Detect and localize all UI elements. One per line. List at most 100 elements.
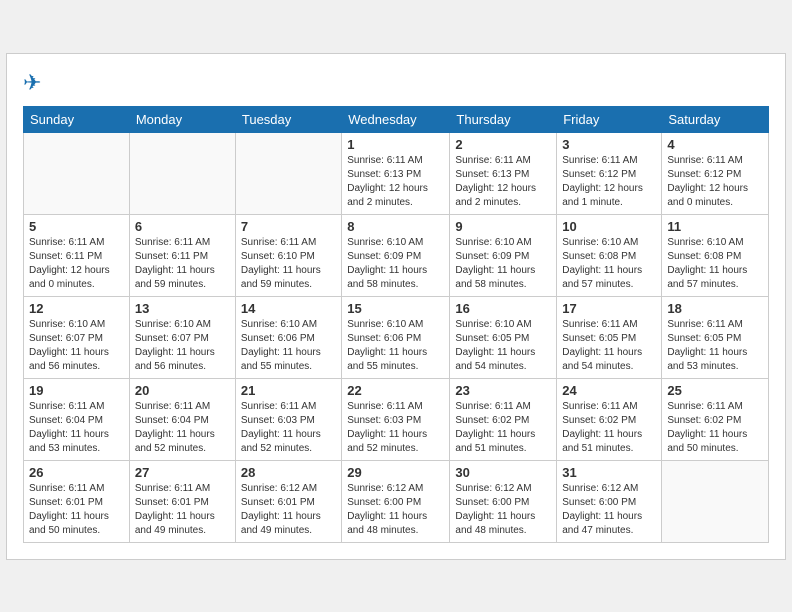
day-number: 13 (135, 301, 230, 316)
day-info: Sunrise: 6:11 AM Sunset: 6:11 PM Dayligh… (135, 236, 230, 292)
day-number: 28 (241, 465, 336, 480)
day-number: 9 (455, 219, 551, 234)
day-cell: 30 Sunrise: 6:12 AM Sunset: 6:00 PM Dayli… (450, 460, 557, 542)
day-cell: 3 Sunrise: 6:11 AM Sunset: 6:12 PM Daylig… (557, 132, 662, 214)
day-number: 19 (29, 383, 124, 398)
day-info: Sunrise: 6:11 AM Sunset: 6:11 PM Dayligh… (29, 236, 124, 292)
day-cell: 17Sunrise: 6:11 AM Sunset: 6:05 PM Dayli… (557, 296, 662, 378)
day-info: Sunrise: 6:12 AM Sunset: 6:00 PM Dayligh… (455, 482, 551, 538)
day-info: Sunrise: 6:11 AM Sunset: 6:13 PM Dayligh… (347, 154, 444, 210)
week-row-3: 12 Sunrise: 6:10 AM Sunset: 6:07 PM Dayli… (24, 296, 769, 378)
weekday-header-row: SundayMondayTuesdayWednesdayThursdayFrid… (24, 106, 769, 132)
day-info: Sunrise: 6:11 AM Sunset: 6:02 PM Dayligh… (562, 400, 656, 456)
day-cell: 9 Sunrise: 6:10 AM Sunset: 6:09 PM Daylig… (450, 214, 557, 296)
day-cell: 20 Sunrise: 6:11 AM Sunset: 6:04 PM Dayli… (129, 378, 235, 460)
day-cell: 10 Sunrise: 6:10 AM Sunset: 6:08 PM Dayli… (557, 214, 662, 296)
day-info: Sunrise: 6:10 AM Sunset: 6:07 PM Dayligh… (29, 318, 124, 374)
day-cell: 13 Sunrise: 6:10 AM Sunset: 6:07 PM Dayli… (129, 296, 235, 378)
logo: ✈ (23, 70, 43, 96)
day-cell: 24 Sunrise: 6:11 AM Sunset: 6:02 PM Dayli… (557, 378, 662, 460)
day-number: 16 (455, 301, 551, 316)
day-cell: 5 Sunrise: 6:11 AM Sunset: 6:11 PM Daylig… (24, 214, 130, 296)
day-info: Sunrise: 6:11 AM Sunset: 6:12 PM Dayligh… (667, 154, 763, 210)
day-number: 30 (455, 465, 551, 480)
day-cell: 7 Sunrise: 6:11 AM Sunset: 6:10 PM Daylig… (235, 214, 341, 296)
day-cell: 15 Sunrise: 6:10 AM Sunset: 6:06 PM Dayli… (342, 296, 450, 378)
day-info: Sunrise: 6:12 AM Sunset: 6:01 PM Dayligh… (241, 482, 336, 538)
day-cell: 11Sunrise: 6:10 AM Sunset: 6:08 PM Dayli… (662, 214, 769, 296)
day-number: 8 (347, 219, 444, 234)
day-number: 17 (562, 301, 656, 316)
day-cell: 2 Sunrise: 6:11 AM Sunset: 6:13 PM Daylig… (450, 132, 557, 214)
week-row-4: 19 Sunrise: 6:11 AM Sunset: 6:04 PM Dayli… (24, 378, 769, 460)
day-number: 5 (29, 219, 124, 234)
day-cell: 21 Sunrise: 6:11 AM Sunset: 6:03 PM Dayli… (235, 378, 341, 460)
day-cell: 26Sunrise: 6:11 AM Sunset: 6:01 PM Dayli… (24, 460, 130, 542)
day-cell: 4 Sunrise: 6:11 AM Sunset: 6:12 PM Daylig… (662, 132, 769, 214)
day-info: Sunrise: 6:10 AM Sunset: 6:05 PM Dayligh… (455, 318, 551, 374)
day-cell (24, 132, 130, 214)
day-number: 3 (562, 137, 656, 152)
day-info: Sunrise: 6:11 AM Sunset: 6:03 PM Dayligh… (347, 400, 444, 456)
day-info: Sunrise: 6:10 AM Sunset: 6:09 PM Dayligh… (347, 236, 444, 292)
day-cell: 25Sunrise: 6:11 AM Sunset: 6:02 PM Dayli… (662, 378, 769, 460)
day-number: 15 (347, 301, 444, 316)
header: ✈ (23, 70, 769, 96)
day-info: Sunrise: 6:11 AM Sunset: 6:01 PM Dayligh… (135, 482, 230, 538)
day-info: Sunrise: 6:10 AM Sunset: 6:08 PM Dayligh… (562, 236, 656, 292)
day-number: 12 (29, 301, 124, 316)
day-cell: 1 Sunrise: 6:11 AM Sunset: 6:13 PM Daylig… (342, 132, 450, 214)
day-number: 25 (667, 383, 763, 398)
day-number: 2 (455, 137, 551, 152)
day-number: 14 (241, 301, 336, 316)
day-number: 18 (667, 301, 763, 316)
day-info: Sunrise: 6:11 AM Sunset: 6:02 PM Dayligh… (455, 400, 551, 456)
day-cell: 18 Sunrise: 6:11 AM Sunset: 6:05 PM Dayli… (662, 296, 769, 378)
day-cell (235, 132, 341, 214)
week-row-5: 26Sunrise: 6:11 AM Sunset: 6:01 PM Dayli… (24, 460, 769, 542)
day-info: Sunrise: 6:11 AM Sunset: 6:04 PM Dayligh… (29, 400, 124, 456)
day-info: Sunrise: 6:11 AM Sunset: 6:04 PM Dayligh… (135, 400, 230, 456)
day-cell: 8 Sunrise: 6:10 AM Sunset: 6:09 PM Daylig… (342, 214, 450, 296)
day-cell (662, 460, 769, 542)
day-info: Sunrise: 6:10 AM Sunset: 6:06 PM Dayligh… (347, 318, 444, 374)
week-row-2: 5 Sunrise: 6:11 AM Sunset: 6:11 PM Daylig… (24, 214, 769, 296)
day-number: 11 (667, 219, 763, 234)
day-number: 10 (562, 219, 656, 234)
day-number: 4 (667, 137, 763, 152)
day-number: 20 (135, 383, 230, 398)
day-number: 22 (347, 383, 444, 398)
day-info: Sunrise: 6:10 AM Sunset: 6:09 PM Dayligh… (455, 236, 551, 292)
day-cell: 29Sunrise: 6:12 AM Sunset: 6:00 PM Dayli… (342, 460, 450, 542)
day-cell (129, 132, 235, 214)
week-row-1: 1 Sunrise: 6:11 AM Sunset: 6:13 PM Daylig… (24, 132, 769, 214)
day-info: Sunrise: 6:11 AM Sunset: 6:10 PM Dayligh… (241, 236, 336, 292)
day-info: Sunrise: 6:10 AM Sunset: 6:07 PM Dayligh… (135, 318, 230, 374)
day-number: 7 (241, 219, 336, 234)
day-number: 6 (135, 219, 230, 234)
day-cell: 27Sunrise: 6:11 AM Sunset: 6:01 PM Dayli… (129, 460, 235, 542)
day-info: Sunrise: 6:10 AM Sunset: 6:06 PM Dayligh… (241, 318, 336, 374)
weekday-monday: Monday (129, 106, 235, 132)
day-number: 24 (562, 383, 656, 398)
weekday-tuesday: Tuesday (235, 106, 341, 132)
day-info: Sunrise: 6:11 AM Sunset: 6:13 PM Dayligh… (455, 154, 551, 210)
calendar-container: ✈ SundayMondayTuesdayWednesdayThursdayFr… (6, 53, 786, 560)
day-number: 21 (241, 383, 336, 398)
day-info: Sunrise: 6:11 AM Sunset: 6:03 PM Dayligh… (241, 400, 336, 456)
day-info: Sunrise: 6:11 AM Sunset: 6:05 PM Dayligh… (667, 318, 763, 374)
weekday-saturday: Saturday (662, 106, 769, 132)
day-info: Sunrise: 6:11 AM Sunset: 6:12 PM Dayligh… (562, 154, 656, 210)
day-info: Sunrise: 6:11 AM Sunset: 6:01 PM Dayligh… (29, 482, 124, 538)
weekday-thursday: Thursday (450, 106, 557, 132)
day-cell: 31 Sunrise: 6:12 AM Sunset: 6:00 PM Dayli… (557, 460, 662, 542)
logo-icon: ✈ (23, 70, 41, 96)
day-number: 31 (562, 465, 656, 480)
day-cell: 22 Sunrise: 6:11 AM Sunset: 6:03 PM Dayli… (342, 378, 450, 460)
day-info: Sunrise: 6:12 AM Sunset: 6:00 PM Dayligh… (562, 482, 656, 538)
day-cell: 16 Sunrise: 6:10 AM Sunset: 6:05 PM Dayli… (450, 296, 557, 378)
weekday-friday: Friday (557, 106, 662, 132)
day-cell: 14 Sunrise: 6:10 AM Sunset: 6:06 PM Dayli… (235, 296, 341, 378)
day-number: 1 (347, 137, 444, 152)
day-info: Sunrise: 6:12 AM Sunset: 6:00 PM Dayligh… (347, 482, 444, 538)
